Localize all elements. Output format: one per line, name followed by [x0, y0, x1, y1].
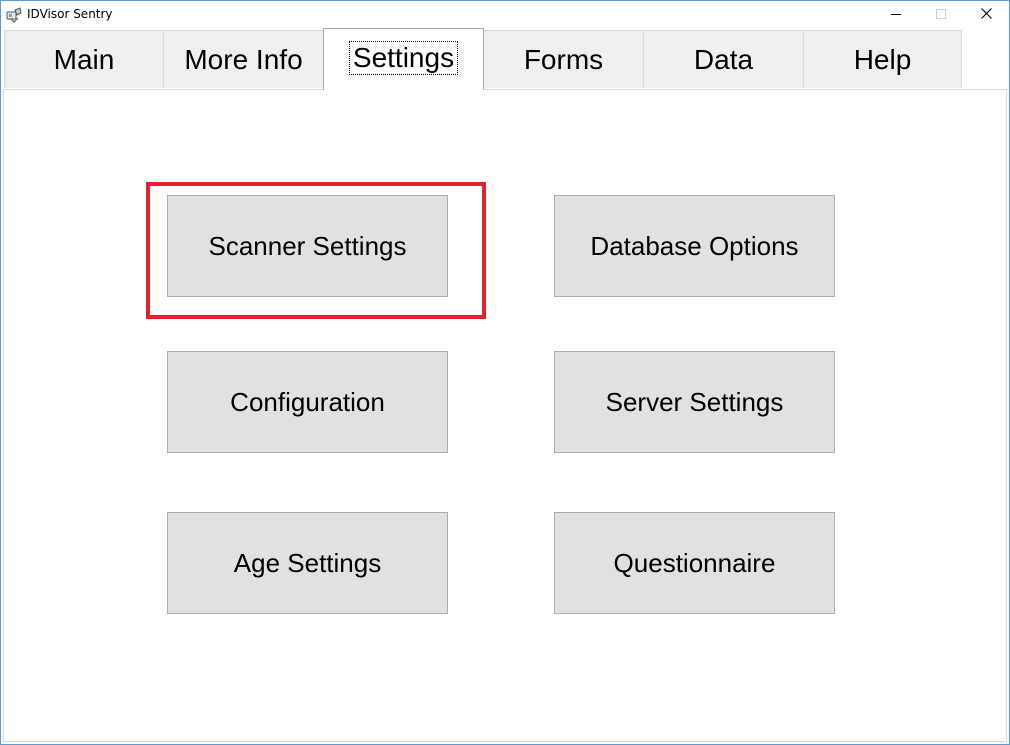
maximize-icon	[936, 6, 946, 24]
close-icon	[980, 6, 992, 24]
app-window: IDVisor Sentry Main More Info Settings F…	[0, 0, 1010, 745]
maximize-button[interactable]	[918, 1, 964, 29]
minimize-icon	[891, 6, 901, 24]
tab-more-info[interactable]: More Info	[163, 30, 324, 88]
tab-data[interactable]: Data	[643, 30, 804, 88]
age-settings-button[interactable]: Age Settings	[167, 512, 448, 614]
settings-panel: Scanner Settings Database Options Config…	[3, 89, 1007, 742]
scanner-settings-button[interactable]: Scanner Settings	[167, 195, 448, 297]
tab-main[interactable]: Main	[4, 30, 164, 88]
tab-settings[interactable]: Settings	[323, 28, 484, 90]
tab-forms[interactable]: Forms	[483, 30, 644, 88]
questionnaire-button[interactable]: Questionnaire	[554, 512, 835, 614]
configuration-button[interactable]: Configuration	[167, 351, 448, 453]
tab-forms-label: Forms	[523, 43, 604, 75]
id-scanner-app-icon	[6, 7, 22, 23]
window-title: IDVisor Sentry	[27, 7, 113, 21]
tab-settings-label: Settings	[348, 40, 459, 75]
tab-data-label: Data	[693, 43, 754, 75]
minimize-button[interactable]	[873, 1, 919, 29]
tab-strip: Main More Info Settings Forms Data Help	[1, 28, 1009, 90]
server-settings-button[interactable]: Server Settings	[554, 351, 835, 453]
tab-help-label: Help	[853, 43, 912, 75]
tab-help[interactable]: Help	[803, 30, 962, 88]
database-options-button[interactable]: Database Options	[554, 195, 835, 297]
close-button[interactable]	[963, 1, 1009, 29]
tab-more-info-label: More Info	[184, 43, 303, 75]
title-bar: IDVisor Sentry	[1, 1, 1009, 29]
tab-main-label: Main	[53, 43, 115, 75]
